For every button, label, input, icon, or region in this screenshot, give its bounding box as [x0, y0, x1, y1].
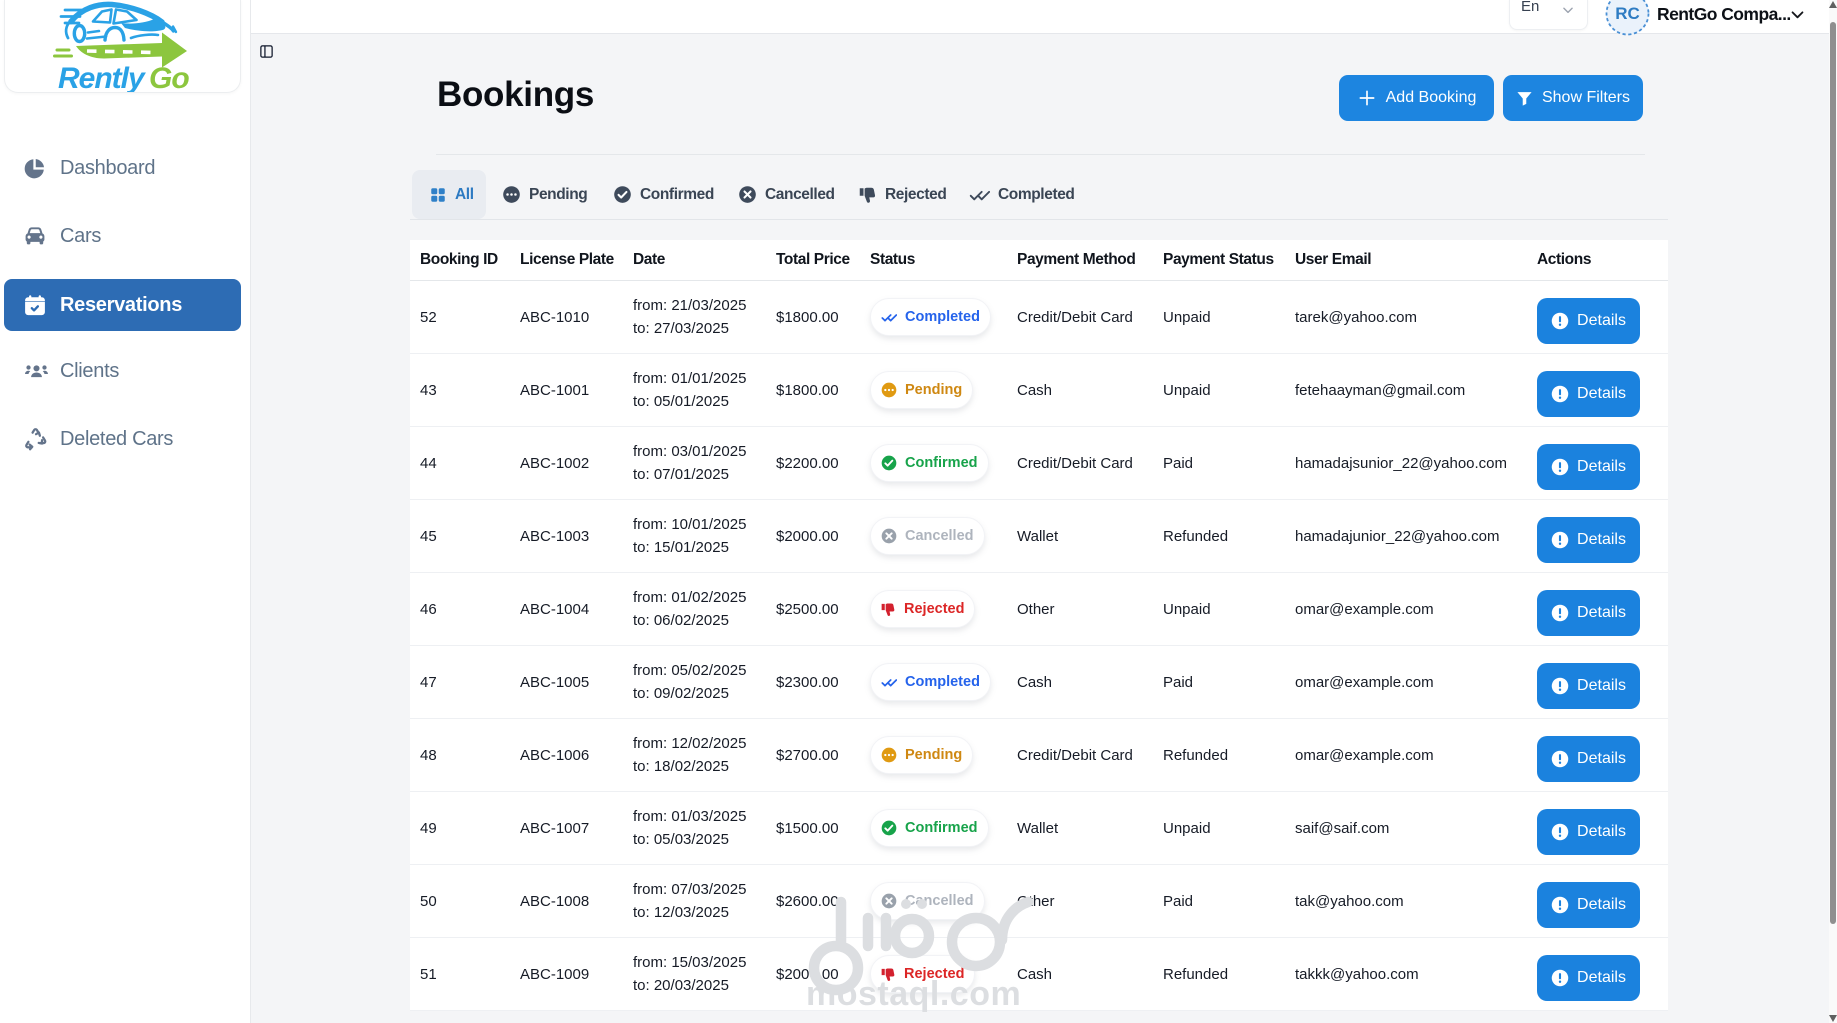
svg-text:Go: Go [149, 62, 189, 93]
svg-text:Rently: Rently [58, 62, 146, 93]
